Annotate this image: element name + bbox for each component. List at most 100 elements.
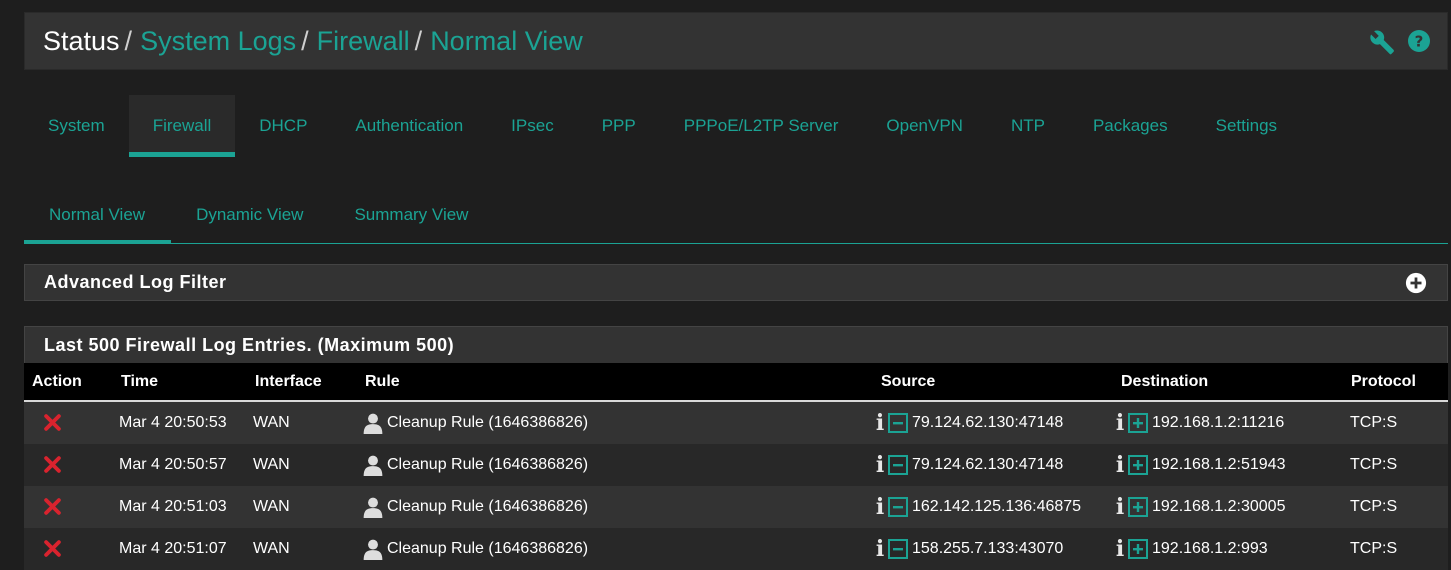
column-header-rule[interactable]: Rule bbox=[357, 363, 873, 402]
interface-cell: WAN bbox=[247, 528, 357, 570]
breadcrumb-separator: / bbox=[301, 25, 309, 56]
plus-circle-icon[interactable] bbox=[1405, 272, 1427, 294]
column-header-action[interactable]: Action bbox=[24, 363, 113, 402]
protocol-cell: TCP:S bbox=[1343, 528, 1448, 570]
wrench-icon[interactable] bbox=[1369, 29, 1395, 55]
tab-ipsec[interactable]: IPsec bbox=[487, 95, 578, 157]
info-icon[interactable]: i bbox=[875, 412, 885, 434]
info-icon[interactable]: i bbox=[875, 538, 885, 560]
log-category-tabs: System Firewall DHCP Authentication IPse… bbox=[24, 95, 1301, 157]
destination-address: 192.168.1.2:11216 bbox=[1152, 414, 1285, 431]
destination-cell: i 192.168.1.2:11216 bbox=[1113, 401, 1343, 444]
plus-square-icon[interactable] bbox=[1128, 413, 1148, 433]
help-circle-icon[interactable]: ? bbox=[1407, 29, 1431, 53]
interface-cell: WAN bbox=[247, 401, 357, 444]
tab-dhcp[interactable]: DHCP bbox=[235, 95, 331, 157]
rule-text[interactable]: Cleanup Rule (1646386826) bbox=[387, 540, 588, 558]
breadcrumb: Status / System Logs / Firewall / Normal… bbox=[43, 26, 583, 57]
destination-address: 192.168.1.2:993 bbox=[1152, 540, 1268, 557]
breadcrumb-normal-view[interactable]: Normal View bbox=[430, 26, 583, 57]
source-cell: i 158.255.7.133:43070 bbox=[873, 528, 1113, 570]
column-header-destination[interactable]: Destination bbox=[1113, 363, 1343, 402]
table-row: Mar 4 20:51:07 WAN Cleanup Rule (1646386… bbox=[24, 528, 1448, 570]
breadcrumb-system-logs[interactable]: System Logs bbox=[140, 26, 296, 57]
minus-square-icon[interactable] bbox=[888, 413, 908, 433]
column-header-interface[interactable]: Interface bbox=[247, 363, 357, 402]
tab-normal-view[interactable]: Normal View bbox=[24, 186, 172, 244]
info-icon[interactable]: i bbox=[1115, 538, 1125, 560]
rule-cell: Cleanup Rule (1646386826) bbox=[357, 486, 873, 528]
protocol-cell: TCP:S bbox=[1343, 444, 1448, 486]
block-x-icon[interactable] bbox=[44, 540, 61, 558]
plus-square-icon[interactable] bbox=[1128, 539, 1148, 559]
source-address: 162.142.125.136:46875 bbox=[912, 498, 1082, 515]
action-cell bbox=[24, 444, 113, 486]
interface-cell: WAN bbox=[247, 486, 357, 528]
tab-authentication[interactable]: Authentication bbox=[331, 95, 487, 157]
breadcrumb-firewall[interactable]: Firewall bbox=[317, 26, 410, 57]
action-cell bbox=[24, 528, 113, 570]
source-cell: i 162.142.125.136:46875 bbox=[873, 486, 1113, 528]
destination-cell: i 192.168.1.2:30005 bbox=[1113, 486, 1343, 528]
block-x-icon[interactable] bbox=[44, 456, 61, 474]
table-row: Mar 4 20:50:53 WAN Cleanup Rule (1646386… bbox=[24, 401, 1448, 444]
advanced-log-filter-panel[interactable]: Advanced Log Filter bbox=[24, 264, 1448, 301]
interface-cell: WAN bbox=[247, 444, 357, 486]
panel-title: Advanced Log Filter bbox=[44, 272, 227, 292]
info-icon[interactable]: i bbox=[875, 496, 885, 518]
rule-text[interactable]: Cleanup Rule (1646386826) bbox=[387, 414, 588, 432]
rule-text[interactable]: Cleanup Rule (1646386826) bbox=[387, 498, 588, 516]
firewall-log-panel: Last 500 Firewall Log Entries. (Maximum … bbox=[24, 326, 1448, 363]
firewall-log-table: Action Time Interface Rule Source Destin… bbox=[24, 363, 1448, 570]
source-address: 79.124.62.130:47148 bbox=[912, 414, 1064, 431]
tab-settings[interactable]: Settings bbox=[1192, 95, 1301, 157]
tab-packages[interactable]: Packages bbox=[1069, 95, 1192, 157]
tab-summary-view[interactable]: Summary View bbox=[329, 186, 494, 243]
rule-cell: Cleanup Rule (1646386826) bbox=[357, 444, 873, 486]
tab-ntp[interactable]: NTP bbox=[987, 95, 1069, 157]
breadcrumb-separator: / bbox=[124, 25, 133, 56]
column-header-time[interactable]: Time bbox=[113, 363, 247, 402]
table-header-row: Action Time Interface Rule Source Destin… bbox=[24, 363, 1448, 402]
user-icon[interactable] bbox=[362, 538, 384, 560]
column-header-source[interactable]: Source bbox=[873, 363, 1113, 402]
time-cell: Mar 4 20:51:03 bbox=[113, 486, 247, 528]
tab-firewall[interactable]: Firewall bbox=[128, 95, 236, 157]
source-cell: i 79.124.62.130:47148 bbox=[873, 401, 1113, 444]
time-cell: Mar 4 20:50:53 bbox=[113, 401, 247, 444]
user-icon[interactable] bbox=[362, 454, 384, 476]
info-icon[interactable]: i bbox=[1115, 412, 1125, 434]
minus-square-icon[interactable] bbox=[888, 539, 908, 559]
source-address: 158.255.7.133:43070 bbox=[912, 540, 1064, 557]
minus-square-icon[interactable] bbox=[888, 455, 908, 475]
plus-square-icon[interactable] bbox=[1128, 497, 1148, 517]
source-cell: i 79.124.62.130:47148 bbox=[873, 444, 1113, 486]
info-icon[interactable]: i bbox=[1115, 496, 1125, 518]
plus-square-icon[interactable] bbox=[1128, 455, 1148, 475]
table-row: Mar 4 20:50:57 WAN Cleanup Rule (1646386… bbox=[24, 444, 1448, 486]
user-icon[interactable] bbox=[362, 496, 384, 518]
tab-pppoe-l2tp-server[interactable]: PPPoE/L2TP Server bbox=[660, 95, 863, 157]
protocol-cell: TCP:S bbox=[1343, 401, 1448, 444]
action-cell bbox=[24, 401, 113, 444]
svg-text:?: ? bbox=[1415, 33, 1424, 51]
tab-system[interactable]: System bbox=[24, 95, 129, 157]
tab-ppp[interactable]: PPP bbox=[578, 95, 660, 157]
source-address: 79.124.62.130:47148 bbox=[912, 456, 1064, 473]
tab-openvpn[interactable]: OpenVPN bbox=[862, 95, 987, 157]
protocol-cell: TCP:S bbox=[1343, 486, 1448, 528]
view-tabs: Normal View Dynamic View Summary View bbox=[24, 186, 1448, 244]
info-icon[interactable]: i bbox=[875, 454, 885, 476]
time-cell: Mar 4 20:50:57 bbox=[113, 444, 247, 486]
rule-cell: Cleanup Rule (1646386826) bbox=[357, 401, 873, 444]
block-x-icon[interactable] bbox=[44, 414, 61, 432]
info-icon[interactable]: i bbox=[1115, 454, 1125, 476]
destination-cell: i 192.168.1.2:51943 bbox=[1113, 444, 1343, 486]
rule-text[interactable]: Cleanup Rule (1646386826) bbox=[387, 456, 588, 474]
tab-dynamic-view[interactable]: Dynamic View bbox=[171, 186, 329, 243]
column-header-protocol[interactable]: Protocol bbox=[1343, 363, 1448, 402]
table-row: Mar 4 20:51:03 WAN Cleanup Rule (1646386… bbox=[24, 486, 1448, 528]
user-icon[interactable] bbox=[362, 412, 384, 434]
block-x-icon[interactable] bbox=[44, 498, 61, 516]
minus-square-icon[interactable] bbox=[888, 497, 908, 517]
